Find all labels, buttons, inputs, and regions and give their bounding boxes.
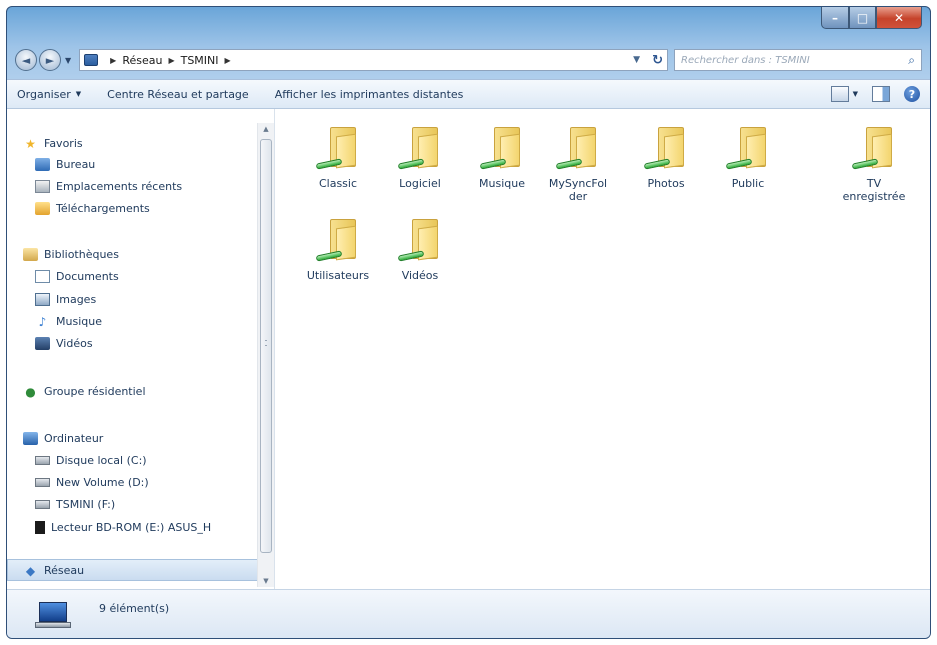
shared-folder-icon <box>479 123 524 171</box>
star-icon: ★ <box>25 136 36 151</box>
network-center-button[interactable]: Centre Réseau et partage <box>107 88 249 101</box>
organize-button[interactable]: Organiser ▼ <box>17 88 81 101</box>
folder-label: Vidéos <box>401 269 439 282</box>
sidebar-item-music[interactable]: ♪ Musique <box>35 314 102 329</box>
sidebar-item-images[interactable]: Images <box>35 293 96 306</box>
sidebar-item-documents[interactable]: Documents <box>35 270 119 283</box>
refresh-icon[interactable]: ↻ <box>652 53 663 68</box>
folder-item-videos[interactable]: Vidéos <box>380 215 460 282</box>
details-pane: 9 élément(s) <box>7 590 930 638</box>
sidebar-item-network[interactable]: ◆ Réseau <box>23 563 84 578</box>
downloads-icon <box>35 202 50 215</box>
local-disk-icon <box>35 456 50 465</box>
back-button[interactable]: ◄ <box>15 49 37 71</box>
folder-label: Classic <box>318 177 358 190</box>
scroll-up-arrow[interactable]: ▲ <box>258 123 274 135</box>
address-bar[interactable]: ▶ Réseau ▶ TSMINI ▶ ▼ ↻ <box>79 49 668 71</box>
search-icon[interactable]: ⌕ <box>908 53 915 68</box>
folder-label: Photos <box>647 177 685 190</box>
folder-label: Musique <box>479 177 525 190</box>
documents-icon <box>35 270 50 283</box>
folder-item-utilisateurs[interactable]: Utilisateurs <box>298 215 378 282</box>
search-placeholder: Rechercher dans : TSMINI <box>681 54 810 66</box>
change-view-icon[interactable] <box>830 86 849 102</box>
folder-item-classic[interactable]: Classic <box>298 123 378 190</box>
search-input[interactable]: Rechercher dans : TSMINI ⌕ <box>674 49 922 71</box>
shared-folder-icon <box>315 215 360 263</box>
folder-label: TV enregistrée <box>842 177 906 203</box>
sidebar-item-desktop[interactable]: Bureau <box>35 158 95 171</box>
chevron-down-icon: ▼ <box>75 90 82 98</box>
sidebar-item-homegroup[interactable]: ● Groupe résidentiel <box>23 384 145 399</box>
navigation-scrollbar[interactable]: ▲ ▼ <box>257 123 274 587</box>
forward-button[interactable]: ► <box>39 49 61 71</box>
maximize-button[interactable]: □ <box>849 7 876 29</box>
sidebar-item-recent-places[interactable]: Emplacements récents <box>35 180 182 193</box>
navigation-pane: ★ Favoris Bureau Emplacements récents Tél… <box>7 109 275 589</box>
shared-folder-icon <box>555 123 600 171</box>
folder-item-tv-enregistree[interactable]: TV enregistrée <box>838 123 910 203</box>
content-area: ★ Favoris Bureau Emplacements récents Tél… <box>7 109 930 590</box>
breadcrumb-network[interactable]: ▶ Réseau <box>104 54 162 67</box>
bd-rom-icon <box>35 521 45 534</box>
sidebar-item-drive-c[interactable]: Disque local (C:) <box>35 454 147 467</box>
item-count: 9 élément(s) <box>99 602 170 615</box>
navigation-bar: ◄ ► ▼ ▶ Réseau ▶ TSMINI ▶ ▼ ↻ Rechercher da… <box>15 47 922 73</box>
sidebar-item-favorites[interactable]: ★ Favoris <box>23 136 83 151</box>
scroll-down-arrow[interactable]: ▼ <box>258 575 274 587</box>
shared-folder-icon <box>725 123 770 171</box>
shared-folder-icon <box>397 215 442 263</box>
folder-item-public[interactable]: Public <box>708 123 788 190</box>
show-remote-printers-button[interactable]: Afficher les imprimantes distantes <box>275 88 464 101</box>
minimize-button[interactable]: – <box>821 7 849 29</box>
folder-label: Logiciel <box>399 177 441 190</box>
scrollbar-thumb[interactable] <box>260 139 272 553</box>
folder-item-logiciel[interactable]: Logiciel <box>380 123 460 190</box>
drive-icon <box>35 478 50 487</box>
file-list: Classic Logiciel Musique MySyncFol der P… <box>276 109 930 589</box>
desktop-icon <box>35 158 50 171</box>
folder-label: Public <box>731 177 765 190</box>
recent-places-icon <box>35 180 50 193</box>
address-history-dropdown[interactable]: ▼ <box>633 55 640 65</box>
caption-buttons: – □ ✕ <box>821 7 922 29</box>
folder-item-mysyncfolder[interactable]: MySyncFol der <box>544 123 612 203</box>
sidebar-item-drive-f[interactable]: TSMINI (F:) <box>35 498 115 511</box>
folder-label: MySyncFol der <box>548 177 608 203</box>
network-computer-icon <box>35 600 71 630</box>
explorer-window: – □ ✕ ◄ ► ▼ ▶ Réseau ▶ TSMINI ▶ ▼ ↻ Recherc… <box>6 6 931 639</box>
sidebar-item-bd-rom[interactable]: Lecteur BD-ROM (E:) ASUS_H <box>35 521 211 534</box>
preview-pane-icon[interactable] <box>872 86 890 102</box>
sidebar-item-videos[interactable]: Vidéos <box>35 337 93 350</box>
music-icon: ♪ <box>38 314 47 329</box>
close-button[interactable]: ✕ <box>876 7 922 29</box>
sidebar-item-libraries[interactable]: Bibliothèques <box>23 248 119 261</box>
homegroup-icon: ● <box>25 384 36 399</box>
view-options-dropdown[interactable]: ▼ <box>853 90 858 98</box>
libraries-icon <box>23 248 38 261</box>
shared-folder-icon <box>397 123 442 171</box>
help-icon[interactable]: ? <box>904 86 920 102</box>
shared-folder-icon <box>315 123 360 171</box>
network-location-icon <box>84 54 99 66</box>
breadcrumb-tsmini[interactable]: ▶ TSMINI ▶ <box>162 54 236 67</box>
folder-label: Utilisateurs <box>306 269 370 282</box>
network-icon: ◆ <box>25 563 36 578</box>
shared-folder-icon <box>643 123 688 171</box>
videos-icon <box>35 337 50 350</box>
shared-folder-icon <box>851 123 896 171</box>
folder-item-musique[interactable]: Musique <box>462 123 542 190</box>
computer-icon <box>23 432 38 445</box>
sidebar-item-downloads[interactable]: Téléchargements <box>35 202 150 215</box>
drive-icon <box>35 500 50 509</box>
sidebar-item-computer[interactable]: Ordinateur <box>23 432 103 445</box>
sidebar-item-drive-d[interactable]: New Volume (D:) <box>35 476 149 489</box>
command-bar: Organiser ▼ Centre Réseau et partage Affi… <box>7 79 930 109</box>
folder-item-photos[interactable]: Photos <box>626 123 706 190</box>
recent-pages-dropdown[interactable]: ▼ <box>65 56 71 65</box>
images-icon <box>35 293 50 306</box>
